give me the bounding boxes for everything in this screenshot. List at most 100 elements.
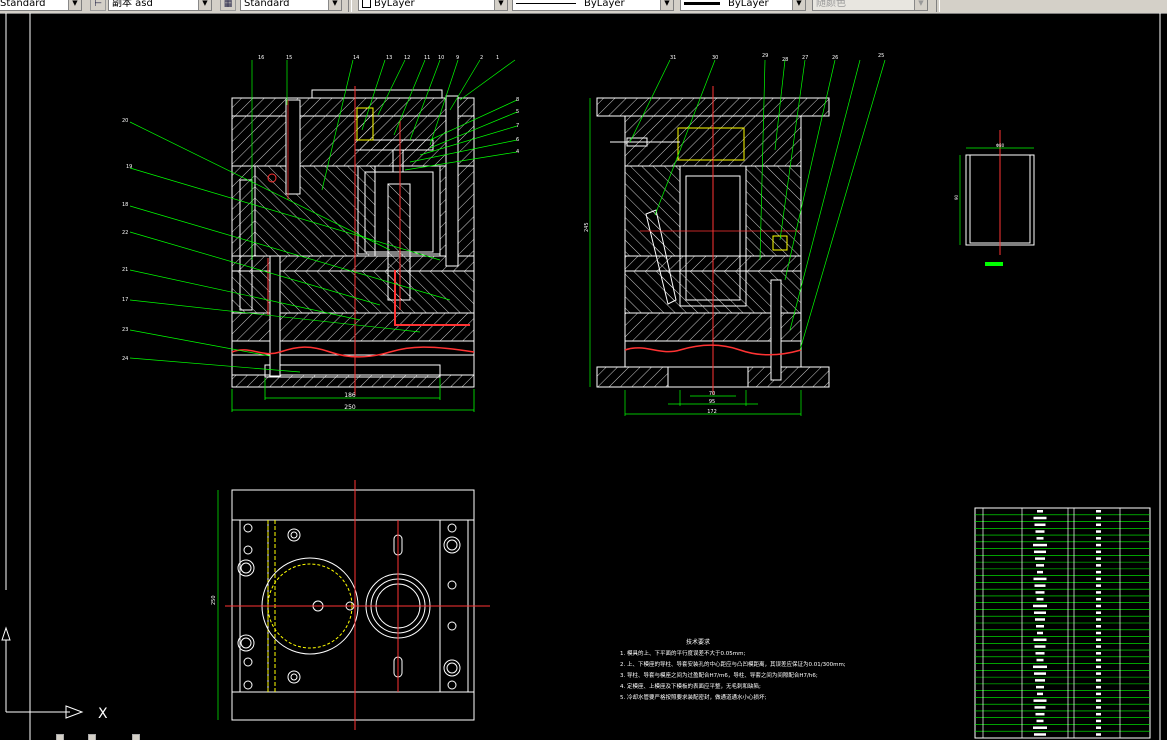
part-number-label: 21 [122,267,128,273]
plan-view: 250 [211,480,490,730]
bom-cell-text [1096,706,1101,709]
technical-requirements: 技术要求 1. 模具的上、下平面的平行度误差不大于0.05mm; 2. 上、下模… [620,638,846,701]
drawing-canvas[interactable]: 186 250 16 15 14 13 12 11 10 9 2 1 8 5 7… [0,13,1167,740]
tab-model[interactable] [56,734,64,740]
chevron-down-icon[interactable]: ▼ [198,0,211,10]
table-style-icon[interactable]: ▦ [220,0,236,11]
bom-cell-text [1096,672,1101,675]
part-detail-view: Φ80 90 [954,130,1035,266]
bom-cell-text [1096,570,1101,574]
bom-cell-text [1034,645,1046,648]
bom-cell-text [1096,523,1101,527]
bom-cell-text [1096,645,1101,648]
bom-cell-text [1035,652,1045,655]
part-number-label: 20 [122,118,128,124]
bom-cell-text [1096,550,1101,554]
tech-requirement-item: 1. 模具的上、下平面的平行度误差不大于0.05mm; [620,649,745,657]
bom-cell-text [1033,604,1047,608]
part-number-label: 22 [122,230,128,236]
bom-cell-text [1096,638,1101,642]
bom-cell-text [1035,679,1045,682]
bom-cell-text [1037,631,1043,635]
plot-style-select[interactable]: 随颜色 ▼ [812,0,928,11]
part-number-label: 23 [122,327,128,333]
part-number-label: 11 [424,55,430,61]
color-value: ByLayer [374,0,415,9]
part-number-label: 29 [762,53,768,59]
linetype-value: ByLayer [584,0,625,9]
tech-requirements-title: 技术要求 [686,638,710,646]
part-number-label: 5 [516,109,519,115]
bom-cell-text [1036,537,1044,540]
part-number-label: 17 [122,297,128,303]
bom-cell-text [1096,692,1101,696]
dim-label-186: 186 [344,392,356,399]
chevron-down-icon[interactable]: ▼ [68,0,81,10]
layout-tabs [0,734,200,740]
dim-label-95: 95 [709,399,715,405]
bom-cell-text [1035,618,1045,621]
bom-cell-text [1096,557,1101,560]
text-style-select[interactable]: Standard ▼ [0,0,82,11]
linetype-select[interactable]: ByLayer ▼ [512,0,674,11]
part-number-label: 1 [496,55,499,61]
dim-label-phi80: Φ80 [996,143,1005,148]
bom-cell-text [1033,543,1047,547]
bom-cell-text [1096,665,1101,669]
text-style-value: Standard [0,0,46,9]
lineweight-preview [684,1,720,5]
bom-cell-text [1037,692,1043,696]
color-swatch-icon [362,0,371,8]
bom-cell-text [1096,712,1101,716]
part-number-label: 14 [353,55,359,61]
bom-cell-text [1096,604,1101,608]
tab-layout1[interactable] [88,734,96,740]
bom-cell-text [1096,611,1101,614]
bom-cell-text [1037,570,1043,574]
bom-cell-text [1096,618,1101,621]
bom-cell-text [1096,658,1101,662]
bill-of-materials-table [974,507,1151,739]
table-style-select[interactable]: Standard ▼ [240,0,342,11]
bom-cell-text [1096,591,1101,594]
plot-style-value: 随颜色 [816,0,846,9]
tech-requirement-item: 4. 定模座、上模座及下模板的表面应平整，无毛刺和缺陷; [620,682,761,690]
chevron-down-icon[interactable]: ▼ [792,0,805,10]
ucs-icon: X [1,626,108,722]
bom-cell-text [1096,597,1101,601]
part-number-label: 12 [404,55,410,61]
dim-label-250: 250 [344,404,356,411]
dim-label-245: 245 [584,222,590,232]
bom-cell-text [1033,699,1047,702]
tab-layout2[interactable] [132,734,140,740]
bom-cell-text [1034,611,1046,614]
chevron-down-icon[interactable]: ▼ [494,0,507,10]
part-number-label: 13 [386,55,392,61]
toolbar-separator [348,0,352,12]
bom-cell-text [1096,699,1101,702]
bom-cell-text [1035,712,1045,716]
dim-style-icon[interactable]: ⊢ [90,0,106,11]
bom-cell-text [1096,537,1101,540]
bom-cell-text [1033,726,1047,729]
bom-cell-text [1035,530,1045,533]
chevron-down-icon[interactable]: ▼ [660,0,673,10]
bom-cell-text [1096,625,1101,628]
bom-cell-text [1034,706,1046,709]
part-number-label: 27 [802,55,808,61]
bom-cell-text [1036,685,1044,689]
color-select[interactable]: ByLayer ▼ [358,0,508,11]
lineweight-select[interactable]: ByLayer ▼ [680,0,806,11]
part-number-label: 19 [126,164,132,170]
bom-cell-text [1036,564,1044,567]
bom-cell-text [1036,625,1044,628]
chevron-down-icon[interactable]: ▼ [914,0,927,10]
part-number-label: 6 [516,137,519,143]
bom-cell-text [1096,577,1101,581]
bom-cell-text [1033,516,1047,520]
part-number-label: 31 [670,55,676,61]
part-number-label: 15 [286,55,292,61]
chevron-down-icon[interactable]: ▼ [328,0,341,10]
bom-cell-text [1035,591,1045,594]
dim-style-select[interactable]: 副本 asd ▼ [108,0,212,11]
